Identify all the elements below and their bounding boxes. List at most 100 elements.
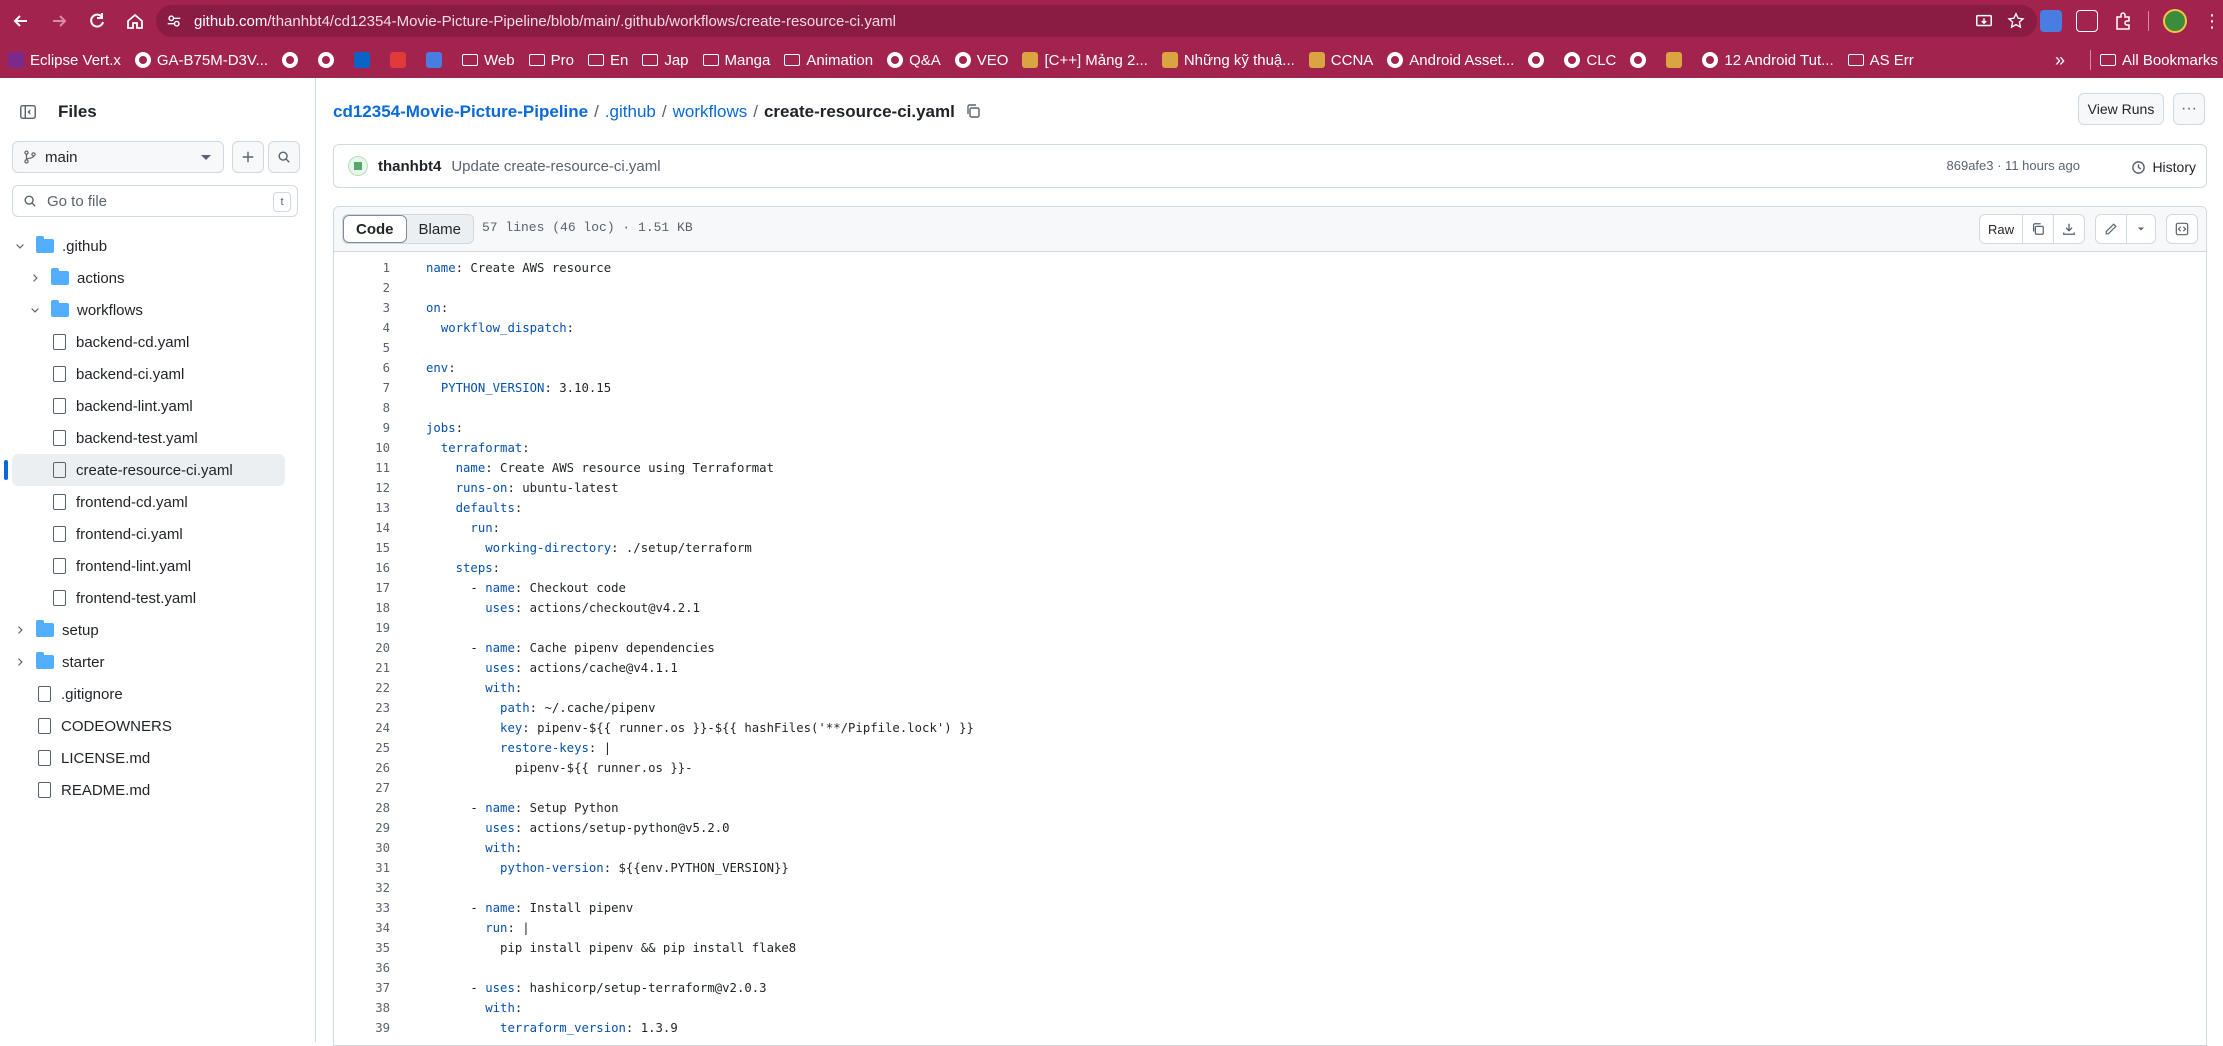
go-to-file-input[interactable]: Go to file t <box>12 185 298 217</box>
line-number[interactable]: 9 <box>334 418 390 438</box>
line-number[interactable]: 29 <box>334 818 390 838</box>
browser-menu-icon[interactable]: ⋮ <box>2201 10 2223 32</box>
line-number[interactable]: 32 <box>334 878 390 898</box>
tab-code[interactable]: Code <box>343 215 407 243</box>
tree-file[interactable]: frontend-test.yaml <box>0 582 316 614</box>
tree-file[interactable]: create-resource-ci.yaml <box>4 454 285 486</box>
line-number[interactable]: 7 <box>334 378 390 398</box>
chevron-right-icon[interactable] <box>12 654 28 670</box>
home-button[interactable] <box>118 4 152 38</box>
breadcrumb-github-link[interactable]: .github <box>605 102 656 122</box>
code-line[interactable]: 35 pip install pipenv && pip install fla… <box>334 938 2206 958</box>
line-number[interactable]: 37 <box>334 978 390 998</box>
line-number[interactable]: 15 <box>334 538 390 558</box>
tree-file[interactable]: backend-test.yaml <box>0 422 316 454</box>
tree-folder[interactable]: actions <box>0 262 316 294</box>
line-number[interactable]: 17 <box>334 578 390 598</box>
bookmark-item[interactable]: VEO <box>954 52 1008 69</box>
line-number[interactable]: 33 <box>334 898 390 918</box>
chevron-right-icon[interactable] <box>12 622 28 638</box>
line-number[interactable]: 39 <box>334 1018 390 1038</box>
bookmark-item[interactable]: Pro <box>528 52 574 69</box>
code-line[interactable]: 26 pipenv-${{ runner.os }}- <box>334 758 2206 778</box>
code-line[interactable]: 10 terraformat: <box>334 438 2206 458</box>
bookmark-item[interactable]: CLC <box>1564 52 1616 69</box>
edit-button[interactable] <box>2096 215 2126 243</box>
tree-file[interactable]: frontend-ci.yaml <box>0 518 316 550</box>
breadcrumb-repo-link[interactable]: cd12354-Movie-Picture-Pipeline <box>333 102 588 122</box>
tree-folder[interactable]: setup <box>0 614 316 646</box>
tree-file[interactable]: LICENSE.md <box>0 742 316 774</box>
code-line[interactable]: 24 key: pipenv-${{ runner.os }}-${{ hash… <box>334 718 2206 738</box>
code-line[interactable]: 37 - uses: hashicorp/setup-terraform@v2.… <box>334 978 2206 998</box>
site-info-icon[interactable] <box>160 7 188 35</box>
chevron-down-icon[interactable] <box>27 302 43 318</box>
puzzle-extensions-icon[interactable] <box>2112 10 2134 32</box>
code-line[interactable]: 7 PYTHON_VERSION: 3.10.15 <box>334 378 2206 398</box>
code-line[interactable]: 4 workflow_dispatch: <box>334 318 2206 338</box>
bookmark-item[interactable] <box>1666 52 1688 68</box>
code-line[interactable]: 15 working-directory: ./setup/terraform <box>334 538 2206 558</box>
code-line[interactable]: 13 defaults: <box>334 498 2206 518</box>
code-line[interactable]: 17 - name: Checkout code <box>334 578 2206 598</box>
tree-file[interactable]: backend-cd.yaml <box>0 326 316 358</box>
tree-folder[interactable]: .github <box>0 230 316 262</box>
chevron-down-icon[interactable] <box>12 238 28 254</box>
bookmark-item[interactable]: Q&A <box>887 52 941 69</box>
code-line[interactable]: 6 env: <box>334 358 2206 378</box>
line-number[interactable]: 30 <box>334 838 390 858</box>
line-number[interactable]: 24 <box>334 718 390 738</box>
line-number[interactable]: 14 <box>334 518 390 538</box>
bookmark-item[interactable]: Những kỹ thuậ... <box>1161 52 1295 69</box>
tree-file[interactable]: backend-lint.yaml <box>0 390 316 422</box>
code-line[interactable]: 25 restore-keys: | <box>334 738 2206 758</box>
code-line[interactable]: 19 <box>334 618 2206 638</box>
bookmark-item[interactable] <box>318 52 340 68</box>
line-number[interactable]: 3 <box>334 298 390 318</box>
code-line[interactable]: 39 terraform_version: 1.3.9 <box>334 1018 2206 1038</box>
line-number[interactable]: 31 <box>334 858 390 878</box>
line-number[interactable]: 28 <box>334 798 390 818</box>
bookmark-item[interactable] <box>1528 52 1550 68</box>
bookmark-item[interactable]: GA-B75M-D3V... <box>134 52 268 69</box>
commit-hash-time[interactable]: 869afe3 · 11 hours ago <box>1947 158 2080 173</box>
bookmark-item[interactable] <box>282 52 304 68</box>
code-line[interactable]: 9 jobs: <box>334 418 2206 438</box>
bookmark-star-icon[interactable] <box>2007 12 2025 30</box>
code-line[interactable]: 29 uses: actions/setup-python@v5.2.0 <box>334 818 2206 838</box>
back-button[interactable] <box>4 4 38 38</box>
author-avatar[interactable] <box>348 156 368 176</box>
line-number[interactable]: 25 <box>334 738 390 758</box>
bookmark-item[interactable]: Eclipse Vert.x <box>8 52 121 69</box>
bookmark-item[interactable] <box>426 52 448 68</box>
forward-button[interactable] <box>42 4 76 38</box>
tab-blame[interactable]: Blame <box>407 215 474 243</box>
more-options-button[interactable]: ··· <box>2173 93 2205 125</box>
history-button[interactable]: History <box>2131 153 2196 181</box>
code-line[interactable]: 8 <box>334 398 2206 418</box>
code-line[interactable]: 16 steps: <box>334 558 2206 578</box>
tree-file[interactable]: frontend-lint.yaml <box>0 550 316 582</box>
code-line[interactable]: 20 - name: Cache pipenv dependencies <box>334 638 2206 658</box>
code-line[interactable]: 38 with: <box>334 998 2206 1018</box>
tree-file[interactable]: frontend-cd.yaml <box>0 486 316 518</box>
line-number[interactable]: 23 <box>334 698 390 718</box>
bookmark-item[interactable]: Android Asset... <box>1387 52 1514 69</box>
line-number[interactable]: 22 <box>334 678 390 698</box>
line-number[interactable]: 18 <box>334 598 390 618</box>
code-line[interactable]: 2 <box>334 278 2206 298</box>
symbols-panel-button[interactable] <box>2167 215 2197 243</box>
line-number[interactable]: 27 <box>334 778 390 798</box>
line-number[interactable]: 2 <box>334 278 390 298</box>
bookmark-item[interactable]: Jap <box>642 52 689 69</box>
line-number[interactable]: 36 <box>334 958 390 978</box>
line-number[interactable]: 21 <box>334 658 390 678</box>
code-line[interactable]: 30 with: <box>334 838 2206 858</box>
copy-raw-button[interactable] <box>2022 215 2053 243</box>
breadcrumb-workflows-link[interactable]: workflows <box>673 102 748 122</box>
bookmark-item[interactable] <box>390 52 412 68</box>
bookmark-item[interactable]: 12 Android Tut... <box>1702 52 1834 69</box>
code-line[interactable]: 18 uses: actions/checkout@v4.2.1 <box>334 598 2206 618</box>
code-line[interactable]: 3 on: <box>334 298 2206 318</box>
line-number[interactable]: 13 <box>334 498 390 518</box>
